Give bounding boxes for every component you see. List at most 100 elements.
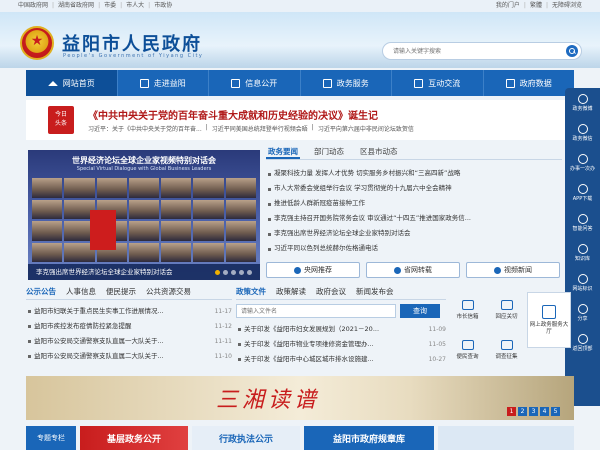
list-item[interactable]: 凝聚科技力量 发挥人才优势 切实服务乡村振兴和“三高四新”战略 — [266, 166, 562, 181]
reply-icon — [500, 300, 513, 310]
headline-sublinks: 习近平：关于《中共中央关于党的百年奋... | 习近平同美国总统拜登举行视频会晤 |… — [88, 124, 414, 133]
slider-dot[interactable] — [247, 270, 252, 275]
search-icon[interactable] — [566, 45, 578, 57]
list-item[interactable]: 关于印发《益阳市物业专项维修资金管理办... 11-05 — [236, 337, 446, 352]
item-date: 11-05 — [428, 341, 446, 348]
slider-dot[interactable] — [231, 270, 236, 275]
doc-search-button[interactable]: 查询 — [400, 304, 440, 318]
convenience-query-button[interactable]: 便民查询 — [448, 330, 487, 370]
float-label: 政务微博 — [572, 106, 593, 112]
item-date: 11-12 — [214, 323, 232, 330]
search-input[interactable] — [393, 45, 553, 57]
notices-panel: 公示公告 人事信息 便民提示 公共资源交易 益阳市妇联关于重点民生实事工作进展情… — [26, 286, 232, 366]
extra-banner[interactable] — [438, 426, 574, 450]
flag-image — [90, 210, 116, 250]
headline-title[interactable]: 《中共中央关于党的百年奋斗重大成就和历史经验的决议》诞生记 — [88, 107, 378, 122]
list-item[interactable]: 李克强出席世界经济论坛全球企业家特别对话会 — [266, 226, 562, 241]
service-label: 调查征集 — [495, 354, 518, 360]
tab-government-news[interactable]: 政务要闻 — [266, 146, 300, 159]
central-recommend-button[interactable]: 央网推荐 — [266, 262, 360, 278]
list-item[interactable]: 推进低龄人群新冠疫苗接种工作 — [266, 196, 562, 211]
list-item[interactable]: 益阳市疾控发布疫情防控紧急提醒 11-12 — [26, 319, 232, 334]
list-item[interactable]: 益阳市公安局交通警察支队直属一大队关于... 11-11 — [26, 334, 232, 349]
float-label: 知识库 — [574, 256, 590, 262]
survey-button[interactable]: 调查征集 — [487, 330, 526, 370]
nav-interaction[interactable]: 互动交流 — [392, 70, 484, 96]
nav-info[interactable]: 信息公开 — [209, 70, 301, 96]
accessibility-link[interactable]: 无障碍浏览 — [552, 0, 582, 12]
wechat-button[interactable]: 政务微信 — [565, 118, 600, 148]
slider-dot[interactable] — [239, 270, 244, 275]
law-enforcement-banner[interactable]: 行政执法公示 — [192, 426, 300, 450]
tab-department-news[interactable]: 部门动态 — [312, 146, 346, 159]
doc-search: 查询 — [236, 304, 446, 318]
regulations-db-banner[interactable]: 益阳市政府规章库 — [304, 426, 434, 450]
nav-services[interactable]: 政务服务 — [301, 70, 392, 96]
doc-search-input[interactable] — [236, 304, 396, 318]
nav-data[interactable]: 政府数据 — [484, 70, 575, 96]
tab-county-news[interactable]: 区县市动态 — [358, 146, 400, 159]
nav-home[interactable]: 网站首页 — [26, 70, 118, 96]
video-news-button[interactable]: 视频新闻 — [466, 262, 560, 278]
traditional-chinese-link[interactable]: 繁體 — [530, 0, 542, 12]
photo-slider[interactable]: 世界经济论坛全球企业家视频特别对话会 Special Virtual Dialo… — [28, 150, 260, 280]
grassroots-openness-banner[interactable]: 基层政务公开 — [80, 426, 188, 450]
knowledge-base-button[interactable]: 知识库 — [565, 238, 600, 268]
tab-press-conf[interactable]: 新闻发布会 — [356, 286, 394, 299]
list-item[interactable]: 市人大常委会党组举行会议 学习贯彻党的十九届六中全会精神 — [266, 181, 562, 196]
tab-policy-files[interactable]: 政策文件 — [236, 286, 266, 299]
slider-dot[interactable] — [215, 270, 220, 275]
list-item[interactable]: 益阳市公安局交通警察支队直属二大队关于... 11-10 — [26, 349, 232, 364]
top-link[interactable]: 市人大 — [126, 0, 144, 12]
tab-public-trade[interactable]: 公共资源交易 — [146, 286, 191, 299]
nav-about[interactable]: 走进益阳 — [118, 70, 209, 96]
online-service-hall-button[interactable]: 网上政务服务大厅 — [527, 292, 571, 348]
list-item[interactable]: 益阳市妇联关于重点民生实事工作进展情况... 11-17 — [26, 304, 232, 319]
top-bar: 中国政府网 | 湖南省政府网 | 市委 | 市人大 | 市政协 我的门户 | 繁體 | 无障… — [0, 0, 600, 12]
top-link[interactable]: 市政协 — [154, 0, 172, 12]
video-conference-grid — [32, 178, 256, 262]
news-tabs: 政务要闻 部门动态 区县市动态 — [266, 146, 562, 160]
mayor-mailbox-button[interactable]: 市长信箱 — [448, 290, 487, 330]
tab-tips[interactable]: 便民提示 — [106, 286, 136, 299]
banner-page[interactable]: 5 — [551, 407, 560, 416]
headline-sublink[interactable]: 习近平向第六届中非民间论坛致贺信 — [318, 124, 414, 133]
banner-page[interactable]: 2 — [518, 407, 527, 416]
one-stop-button[interactable]: 办事一次办 — [565, 148, 600, 178]
app-download-button[interactable]: APP下载 — [565, 178, 600, 208]
list-item[interactable]: 李克强主持召开国务院常务会议 审议通过“十四五”推进国家政务信... — [266, 211, 562, 226]
headline-sublink[interactable]: 习近平：关于《中共中央关于党的百年奋... — [88, 124, 202, 133]
tab-announcements[interactable]: 公示公告 — [26, 286, 56, 299]
tab-gov-meetings[interactable]: 政府会议 — [316, 286, 346, 299]
smart-qa-button[interactable]: 智能问答 — [565, 208, 600, 238]
document-icon — [231, 78, 241, 88]
list-item[interactable]: 关于印发《益阳市妇女发展规划（2021－20... 11-09 — [236, 322, 446, 337]
slider-dot[interactable] — [223, 270, 228, 275]
docs-list: 关于印发《益阳市妇女发展规划（2021－20... 11-09 关于印发《益阳市物… — [236, 322, 446, 367]
nav-label: 信息公开 — [245, 78, 278, 88]
list-item[interactable]: 关于印发《益阳市中心城区城市排水设施建... 10-27 — [236, 352, 446, 367]
my-portal-link[interactable]: 我的门户 — [496, 0, 520, 12]
banner-page[interactable]: 4 — [540, 407, 549, 416]
list-item[interactable]: 习近平同以色列总统赫尔佐格通电话 — [266, 241, 562, 256]
top-link[interactable]: 市委 — [104, 0, 116, 12]
special-topics-button[interactable]: 专题专栏 — [26, 426, 76, 450]
chat-icon — [414, 78, 424, 88]
tab-policy-interpret[interactable]: 政策解读 — [276, 286, 306, 299]
slider-title: 世界经济论坛全球企业家视频特别对话会 — [72, 156, 216, 165]
banner-page[interactable]: 3 — [529, 407, 538, 416]
item-title: 关于印发《益阳市妇女发展规划（2021－20... — [236, 322, 379, 337]
promo-banner[interactable]: 三湘读谱 1 2 3 4 5 — [26, 376, 574, 420]
service-label: 网上政务服务大厅 — [529, 321, 569, 335]
top-link[interactable]: 中国政府网 — [18, 0, 48, 12]
weibo-button[interactable]: 政务微博 — [565, 88, 600, 118]
top-link[interactable]: 湖南省政府网 — [58, 0, 94, 12]
headline-sublink[interactable]: 习近平同美国总统拜登举行视频会晤 — [212, 124, 308, 133]
nav-label: 政务服务 — [336, 78, 369, 88]
response-button[interactable]: 回应关切 — [487, 290, 526, 330]
provincial-repost-button[interactable]: 省网转载 — [366, 262, 460, 278]
tab-personnel[interactable]: 人事信息 — [66, 286, 96, 299]
mail-icon — [461, 300, 474, 310]
news-list: 凝聚科技力量 发挥人才优势 切实服务乡村振兴和“三高四新”战略 市人大常委会党组… — [266, 166, 562, 256]
banner-page[interactable]: 1 — [507, 407, 516, 416]
